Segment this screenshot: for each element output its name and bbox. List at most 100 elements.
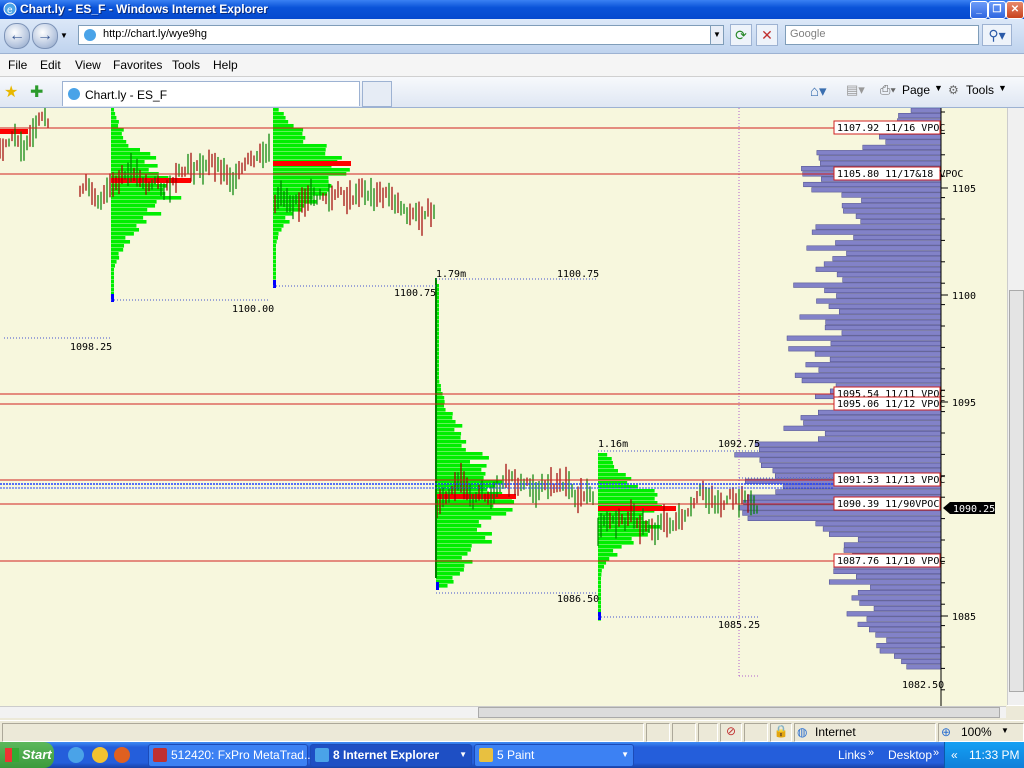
volume-profile-bar bbox=[816, 298, 942, 304]
axis-tick-label: 1095 bbox=[952, 398, 976, 409]
system-tray: « 11:33 PM bbox=[944, 742, 1024, 768]
page-dropdown-icon[interactable]: ▼ bbox=[934, 83, 943, 93]
menu-edit[interactable]: Edit bbox=[40, 58, 61, 72]
forward-button[interactable]: → bbox=[32, 23, 58, 49]
windows-flag-icon bbox=[5, 748, 19, 762]
volume-profile-bar bbox=[841, 330, 942, 336]
gear-icon[interactable]: ⚙ bbox=[948, 83, 959, 97]
taskbar: Start 512420: FxPro MetaTrad... 8 Intern… bbox=[0, 742, 1024, 768]
tpo-profile-row bbox=[111, 196, 182, 200]
url-dropdown-icon[interactable]: ▼ bbox=[710, 26, 723, 44]
tray-expand-icon[interactable]: « bbox=[951, 748, 958, 762]
clock[interactable]: 11:33 PM bbox=[969, 748, 1019, 762]
horizontal-scroll-thumb[interactable] bbox=[478, 707, 1000, 718]
taskbar-button-fxpro[interactable]: 512420: FxPro MetaTrad... bbox=[148, 744, 314, 767]
taskbar-button-paint[interactable]: 5 Paint ▼ bbox=[474, 744, 634, 767]
ie-quicklaunch-icon[interactable] bbox=[68, 747, 84, 763]
tpo-profile-row bbox=[111, 252, 119, 256]
tpo-profile-row bbox=[273, 232, 279, 236]
show-desktop-icon[interactable] bbox=[92, 747, 108, 763]
volume-profile-bar bbox=[734, 452, 942, 458]
zoom-panel[interactable]: ⊕ 100% ▼ bbox=[938, 723, 1024, 742]
status-text bbox=[2, 723, 644, 742]
menu-favorites[interactable]: Favorites bbox=[113, 58, 162, 72]
tpo-profile-row bbox=[273, 128, 304, 132]
minimize-button[interactable]: _ bbox=[970, 1, 988, 19]
add-favorite-icon[interactable]: ✚ bbox=[30, 82, 43, 102]
chart-viewport[interactable]: 1098.25 1100.00 1100.75 1.79m 1100.75 1.16m 10… bbox=[0, 108, 1024, 706]
tools-menu[interactable]: Tools bbox=[966, 83, 994, 97]
tpo-profile-row bbox=[598, 557, 610, 561]
volume-profile-bar bbox=[828, 579, 942, 585]
tpo-profile-row bbox=[436, 512, 507, 516]
poc-bar bbox=[273, 161, 351, 166]
tools-dropdown-icon[interactable]: ▼ bbox=[998, 83, 1007, 93]
blocked-icon[interactable]: ⊘ bbox=[720, 723, 742, 742]
volume-profile-bar bbox=[830, 340, 942, 347]
zoom-icon: ⊕ bbox=[941, 725, 952, 739]
media-player-icon[interactable] bbox=[114, 747, 130, 763]
links-chevron-icon[interactable]: » bbox=[868, 747, 874, 759]
lock-icon[interactable]: 🔒 bbox=[770, 723, 792, 742]
tpo-profile-row bbox=[436, 480, 503, 484]
print-icon[interactable]: ⎙▾ bbox=[880, 82, 896, 98]
url-field[interactable]: http://chart.ly/wye9hg ▼ bbox=[78, 25, 724, 45]
volume-profile-bar bbox=[846, 611, 942, 617]
tpo-profile-row bbox=[436, 508, 513, 512]
tpo-profile-row bbox=[273, 136, 306, 140]
volume-profile-bar bbox=[815, 521, 942, 527]
menu-file[interactable]: File bbox=[8, 58, 27, 72]
tpo-profile-row bbox=[436, 520, 479, 524]
history-dropdown-icon[interactable]: ▼ bbox=[60, 31, 68, 40]
menu-tools[interactable]: Tools bbox=[172, 58, 200, 72]
menu-view[interactable]: View bbox=[75, 58, 101, 72]
tpo-profile-row bbox=[436, 500, 515, 504]
volume-profile-bar bbox=[820, 160, 942, 166]
volume-profile-bar bbox=[841, 203, 942, 209]
volume-profile-bar bbox=[775, 489, 942, 495]
volume-profile-bar bbox=[894, 653, 942, 659]
tpo-profile-row bbox=[111, 236, 126, 240]
poc-bar bbox=[0, 129, 28, 134]
feeds-icon[interactable]: ▤▾ bbox=[846, 82, 865, 98]
maximize-button[interactable]: ❐ bbox=[988, 1, 1006, 19]
tpo-profile-row bbox=[436, 544, 472, 548]
page-icon bbox=[83, 28, 97, 42]
tpo-profile-row bbox=[273, 116, 286, 120]
tpo-profile-row bbox=[273, 140, 304, 144]
vertical-scroll-thumb[interactable] bbox=[1009, 290, 1024, 692]
stop-icon[interactable]: ✕ bbox=[756, 24, 778, 46]
search-icon[interactable]: ⚲▾ bbox=[982, 24, 1012, 46]
volume-profile-bar bbox=[818, 409, 942, 415]
volume-profile-bar bbox=[876, 643, 942, 649]
tpo-profile-row bbox=[436, 452, 483, 456]
desktop-toolbar[interactable]: Desktop bbox=[888, 748, 932, 762]
home-icon[interactable]: ⌂▾ bbox=[810, 82, 827, 100]
start-button[interactable]: Start bbox=[0, 742, 54, 768]
links-toolbar[interactable]: Links bbox=[838, 748, 866, 762]
favorites-star-icon[interactable]: ★ bbox=[4, 82, 18, 102]
tpo-profile-row bbox=[598, 541, 634, 545]
zone-panel[interactable]: ◍ Internet bbox=[794, 723, 936, 742]
tpo-profile-row bbox=[111, 132, 122, 136]
tpo-profile-row bbox=[111, 116, 117, 120]
close-button[interactable]: ✕ bbox=[1006, 1, 1024, 19]
status-cell bbox=[744, 723, 768, 742]
annotation-label: 1.79m bbox=[436, 269, 466, 280]
tpo-profile-row bbox=[111, 136, 124, 140]
back-button[interactable]: ← bbox=[4, 23, 30, 49]
menu-help[interactable]: Help bbox=[213, 58, 238, 72]
refresh-icon[interactable]: ⟳ bbox=[730, 24, 752, 46]
volume-profile-bar bbox=[822, 526, 942, 532]
search-input[interactable]: Google bbox=[785, 25, 979, 45]
desktop-chevron-icon[interactable]: » bbox=[933, 747, 939, 759]
tpo-profile-row bbox=[111, 128, 124, 132]
price-chart[interactable]: 1098.251100.001100.751.79m 1100.751.16m 10… bbox=[0, 108, 1007, 706]
taskbar-button-ie[interactable]: 8 Internet Explorer ▼ bbox=[310, 744, 472, 767]
tab-chartly[interactable]: Chart.ly - ES_F bbox=[62, 81, 360, 106]
new-tab-button[interactable] bbox=[362, 81, 392, 107]
tpo-profile-row bbox=[436, 552, 468, 556]
volume-profile-bar bbox=[866, 616, 942, 622]
tpo-profile-row bbox=[436, 548, 471, 552]
page-menu[interactable]: Page bbox=[902, 83, 930, 97]
